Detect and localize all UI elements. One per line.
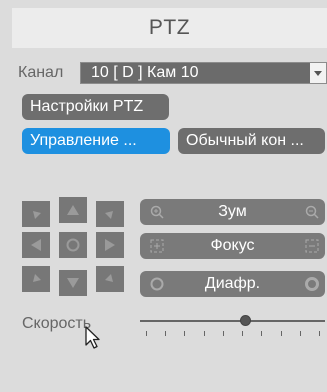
arrow-up-right-icon	[105, 211, 113, 219]
pan-up-button[interactable]	[59, 197, 87, 223]
pan-left-button[interactable]	[22, 232, 50, 258]
pan-down-left-button[interactable]	[22, 266, 50, 292]
pan-up-right-button[interactable]	[96, 201, 124, 227]
mouse-cursor-icon	[85, 326, 100, 349]
speed-slider-tick	[280, 331, 282, 336]
zoom-out-icon[interactable]	[305, 205, 319, 219]
speed-slider-tick	[184, 331, 186, 336]
arrow-up-left-icon	[33, 211, 41, 219]
zoom-in-icon[interactable]	[150, 205, 164, 219]
focus-near-icon[interactable]	[150, 239, 164, 253]
control-tab-label: Управление ...	[30, 132, 137, 149]
iris-control: Диафр.	[140, 271, 325, 297]
auto-rotate-icon	[66, 238, 80, 252]
iris-open-icon[interactable]	[150, 277, 164, 291]
ptz-settings-button[interactable]: Настройки PTZ	[22, 94, 169, 120]
speed-slider-tick	[261, 331, 263, 336]
iris-close-icon[interactable]	[305, 277, 319, 291]
auto-rotate-button[interactable]	[59, 232, 87, 258]
pan-down-button[interactable]	[59, 270, 87, 296]
focus-control: Фокус	[140, 233, 325, 259]
channel-label: Канал	[18, 64, 64, 81]
ptz-settings-label: Настройки PTZ	[30, 98, 144, 115]
arrow-down-icon	[67, 278, 79, 288]
focus-far-icon[interactable]	[305, 239, 319, 253]
channel-select[interactable]: 10 [ D ] Кам 10	[80, 62, 327, 84]
normal-tab[interactable]: Обычный кон ...	[178, 128, 325, 154]
pan-down-right-button[interactable]	[96, 266, 124, 292]
chevron-down-icon[interactable]	[310, 63, 326, 83]
iris-label: Диафр.	[204, 275, 261, 292]
arrow-up-icon	[67, 205, 79, 215]
control-tab[interactable]: Управление ...	[22, 128, 170, 154]
normal-tab-label: Обычный кон ...	[186, 132, 304, 149]
speed-slider-tick	[242, 331, 244, 336]
zoom-label: Зум	[218, 203, 247, 220]
arrow-down-left-icon	[33, 274, 41, 282]
speed-slider-tick	[299, 331, 301, 336]
ptz-panel: PTZ Канал 10 [ D ] Кам 10 Настройки PTZ …	[0, 0, 327, 392]
arrow-right-icon	[105, 239, 115, 251]
speed-slider-track[interactable]	[140, 320, 325, 322]
speed-slider-tick	[319, 331, 320, 336]
panel-title: PTZ	[12, 8, 327, 48]
pan-up-left-button[interactable]	[22, 201, 50, 227]
speed-slider-tick	[146, 331, 147, 336]
channel-value: 10 [ D ] Кам 10	[91, 64, 199, 81]
arrow-left-icon	[31, 239, 41, 251]
speed-slider-tick	[203, 331, 205, 336]
speed-slider-tick	[222, 331, 224, 336]
zoom-control: Зум	[140, 199, 325, 225]
arrow-down-right-icon	[105, 274, 113, 282]
speed-slider-tick	[165, 331, 167, 336]
focus-label: Фокус	[210, 237, 255, 254]
speed-slider-knob[interactable]	[240, 315, 252, 326]
speed-label: Скорость	[22, 315, 92, 332]
pan-right-button[interactable]	[96, 232, 124, 258]
